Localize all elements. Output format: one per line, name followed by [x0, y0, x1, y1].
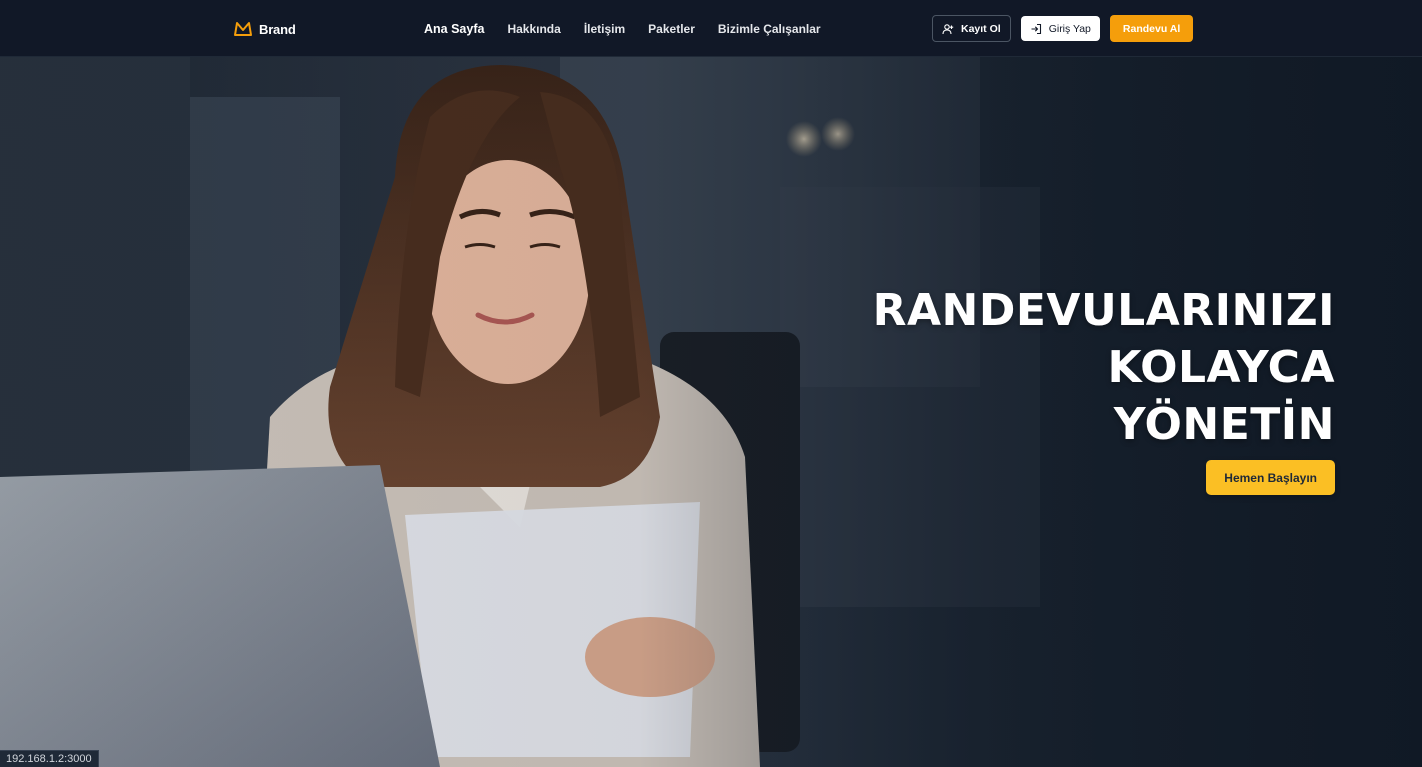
book-appointment-label: Randevu Al [1122, 22, 1181, 35]
brand-name: Brand [259, 21, 296, 37]
nav-link-about[interactable]: Hakkında [507, 22, 560, 36]
hero-title-line-2: KOLAYCA [1107, 342, 1335, 393]
login-button-label: Giriş Yap [1048, 22, 1091, 35]
get-started-button[interactable]: Hemen Başlayın [1206, 460, 1335, 495]
nav-link-contact[interactable]: İletişim [584, 22, 625, 36]
crown-logo-icon [234, 22, 252, 36]
hero-title-line-1: RANDEVULARINIZI [872, 285, 1335, 336]
book-appointment-button[interactable]: Randevu Al [1109, 15, 1194, 42]
auth-actions: Kayıt Ol Giriş Yap Randevu Al [932, 15, 1194, 42]
nav-link-packages[interactable]: Paketler [648, 22, 695, 36]
register-button[interactable]: Kayıt Ol [932, 15, 1011, 42]
hero-title-line-3: YÖNETİN [1113, 399, 1335, 450]
brand-logo-link[interactable]: Brand [233, 18, 296, 40]
login-icon [1031, 23, 1041, 34]
top-navbar: Brand Ana Sayfa Hakkında İletişim Paketl… [0, 0, 1422, 57]
user-plus-icon [942, 23, 954, 34]
nav-link-home[interactable]: Ana Sayfa [424, 22, 484, 36]
hero-content: RANDEVULARINIZI KOLAYCA YÖNETİN Hemen Ba… [815, 282, 1335, 495]
browser-status-url: 192.168.1.2:3000 [0, 750, 99, 767]
hero-section: RANDEVULARINIZI KOLAYCA YÖNETİN Hemen Ba… [0, 57, 1422, 767]
nav-link-partners[interactable]: Bizimle Çalışanlar [718, 22, 821, 36]
register-button-label: Kayıt Ol [961, 22, 1001, 35]
hero-title: RANDEVULARINIZI KOLAYCA YÖNETİN [815, 282, 1335, 453]
login-button[interactable]: Giriş Yap [1020, 16, 1100, 41]
main-nav: Ana Sayfa Hakkında İletişim Paketler Biz… [424, 20, 821, 38]
